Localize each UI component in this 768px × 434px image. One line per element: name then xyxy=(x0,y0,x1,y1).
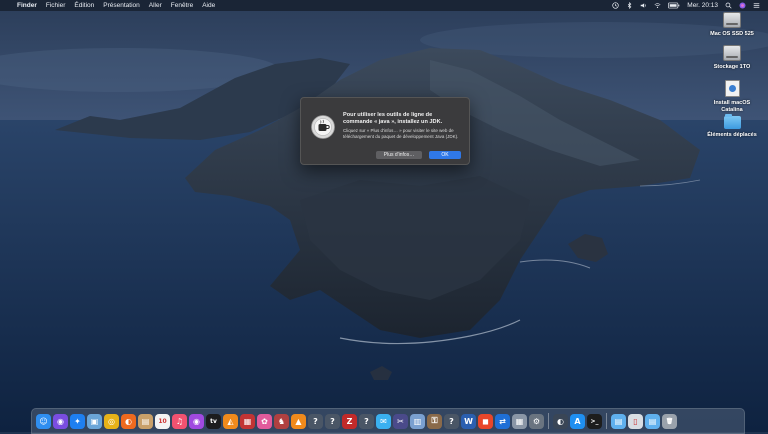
siri-icon[interactable] xyxy=(739,2,746,9)
desktop-disk-mac-os-ssd[interactable]: Mac OS SSD 525 xyxy=(704,12,760,38)
menu-aller[interactable]: Aller xyxy=(149,2,162,9)
archive-icon[interactable]: ▦ xyxy=(512,413,527,429)
ok-button[interactable]: OK xyxy=(429,151,461,159)
menu-fenetre[interactable]: Fenêtre xyxy=(171,2,193,9)
menu-app-name[interactable]: Finder xyxy=(17,2,37,9)
desktop-elements-deplaces[interactable]: Éléments déplacés xyxy=(704,114,760,139)
firefox-icon[interactable]: ◐ xyxy=(121,413,136,429)
siri-icon[interactable]: ◉ xyxy=(53,413,68,429)
menu-fichier[interactable]: Fichier xyxy=(46,2,66,9)
applications-folder-icon[interactable]: ▤ xyxy=(611,413,626,429)
desktop-icon-label: Install macOS Catalina xyxy=(713,100,751,113)
java-jdk-alert-dialog: Pour utiliser les outils de ligne de com… xyxy=(300,97,470,165)
menu-presentation[interactable]: Présentation xyxy=(103,2,140,9)
unknown-app-icon[interactable]: ? xyxy=(359,413,374,429)
photos-icon[interactable]: ✿ xyxy=(257,413,272,429)
dock-separator xyxy=(548,413,549,429)
chess-icon[interactable]: ♞ xyxy=(274,413,289,429)
battery-icon[interactable] xyxy=(668,2,680,9)
wifi-icon[interactable] xyxy=(654,2,661,9)
control-icon[interactable] xyxy=(753,2,760,9)
desktop-disk-stockage[interactable]: Stockage 1TO xyxy=(704,45,760,71)
filezilla-icon[interactable]: Z xyxy=(342,413,357,429)
teamviewer-icon[interactable]: ⇄ xyxy=(495,413,510,429)
safari-icon[interactable]: ✦ xyxy=(70,413,85,429)
chrome-icon[interactable]: ◎ xyxy=(104,413,119,429)
preview-icon[interactable]: ▣ xyxy=(87,413,102,429)
music-icon[interactable]: ♫ xyxy=(172,413,187,429)
dock: ☺ ◉ ✦ ▣ ◎ ◐ ▤ 10 ♫ ◉ tv ◭ ▦ ✿ ♞ ▲?? Z? ✉ ✂ ▥ ⚿? W ◼ ⇄ ▦ ⚙ ◐ A >_ ▤ ▯ ▤ 🗑 xyxy=(31,408,745,434)
volume-icon[interactable] xyxy=(640,2,647,9)
search-icon[interactable] xyxy=(725,2,732,9)
desktop-install-macos[interactable]: Install macOS Catalina xyxy=(704,80,760,113)
apple-tv-icon[interactable]: tv xyxy=(206,413,221,429)
downloads-folder-icon[interactable]: ▤ xyxy=(645,413,660,429)
desktop-icon-label: Mac OS SSD 525 xyxy=(710,31,754,37)
document-icon[interactable]: ▯ xyxy=(628,413,643,429)
messages-icon[interactable]: ✉ xyxy=(376,413,391,429)
menu-clock[interactable]: Mer. 20:13 xyxy=(687,2,718,9)
photo-booth-icon[interactable]: ▦ xyxy=(240,413,255,429)
vlc-icon[interactable]: ◭ xyxy=(223,413,238,429)
word-icon[interactable]: W xyxy=(461,413,476,429)
trash-icon[interactable]: 🗑 xyxy=(662,413,677,429)
java-coffee-icon xyxy=(310,114,336,140)
terminal-icon[interactable]: >_ xyxy=(587,413,602,429)
installer-icon xyxy=(724,80,740,97)
menu-edition[interactable]: Édition xyxy=(74,2,94,9)
finder-icon[interactable]: ☺ xyxy=(36,413,51,429)
desktop-icon-label: Éléments déplacés xyxy=(707,132,757,138)
dialog-title: Pour utiliser les outils de ligne de com… xyxy=(343,112,443,125)
unknown-app-icon[interactable]: ? xyxy=(325,413,340,429)
photo-editor-icon[interactable]: ▥ xyxy=(410,413,425,429)
podcasts-icon[interactable]: ◉ xyxy=(189,413,204,429)
keynote-icon[interactable]: ◼ xyxy=(478,413,493,429)
notes-icon[interactable]: ▤ xyxy=(138,413,153,429)
desktop-icon-label: Stockage 1TO xyxy=(713,64,751,70)
hard-disk-icon xyxy=(723,45,741,61)
dock-separator xyxy=(606,413,607,429)
calendar-icon[interactable]: 10 xyxy=(155,413,170,429)
bluetooth-icon[interactable] xyxy=(626,2,633,9)
time-machine-icon[interactable] xyxy=(612,2,619,9)
hard-disk-icon xyxy=(723,12,741,28)
app-store-icon[interactable]: A xyxy=(570,413,585,429)
vlc-cone-icon[interactable]: ▲ xyxy=(291,413,306,429)
unknown-app-icon[interactable]: ? xyxy=(444,413,459,429)
menu-aide[interactable]: Aide xyxy=(202,2,215,9)
unknown-app-icon[interactable]: ? xyxy=(308,413,323,429)
folder-icon xyxy=(723,114,741,129)
preferences-icon[interactable]: ⚙ xyxy=(529,413,544,429)
menu-bar: Finder Fichier Édition Présentation Alle… xyxy=(0,0,768,11)
more-info-button[interactable]: Plus d'infos… xyxy=(376,151,422,159)
activity-monitor-icon[interactable]: ◐ xyxy=(553,413,568,429)
keychain-icon[interactable]: ⚿ xyxy=(427,413,442,429)
desktop-wallpaper xyxy=(0,0,768,432)
final-cut-icon[interactable]: ✂ xyxy=(393,413,408,429)
dialog-message: Cliquez sur « Plus d'infos… » pour visit… xyxy=(343,128,459,139)
